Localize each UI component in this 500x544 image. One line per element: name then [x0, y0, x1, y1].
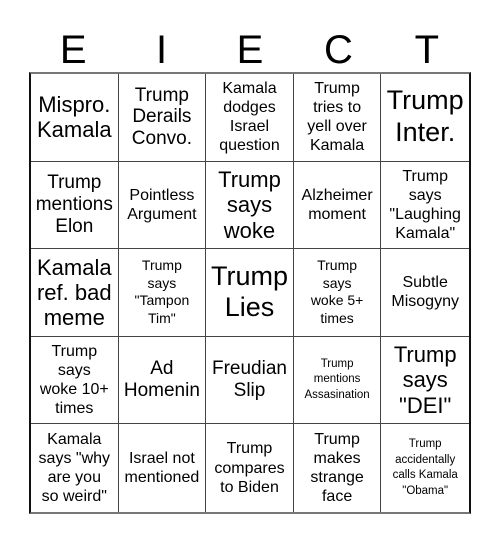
bingo-cell[interactable]: Freudian Slip [206, 336, 294, 425]
bingo-cell[interactable]: Subtle Misogyny [381, 249, 469, 337]
bingo-cell[interactable]: Trump says woke [206, 161, 294, 250]
cell-text: Trump mentions Assasination [304, 357, 370, 401]
cell-text: Subtle Misogyny [391, 274, 459, 311]
cell-text: Trump says "Laughing Kamala" [389, 167, 461, 243]
bingo-cell[interactable]: Trump says woke 5+ times [293, 249, 382, 337]
bingo-cell[interactable]: Mispro. Kamala [31, 74, 119, 162]
bingo-cell[interactable]: Trump makes strange face [294, 424, 382, 512]
bingo-cell[interactable]: Trump accidentally calls Kamala "Obama" [381, 424, 469, 512]
cell-text: Kamala ref. bad meme [36, 254, 112, 331]
cell-text: Trump accidentally calls Kamala "Obama" [392, 438, 458, 497]
header-letter: E [236, 28, 264, 72]
bingo-cell[interactable]: Trump Lies [206, 249, 294, 337]
cell-text: Trump says "Tampon Tim" [134, 257, 190, 326]
cell-text: Trump says "DEI" [393, 342, 457, 418]
bingo-cell[interactable]: Trump says "Tampon Tim" [118, 249, 207, 337]
cell-text: Freudian Slip [211, 358, 287, 402]
header-letter: C [323, 28, 353, 72]
bingo-cell[interactable]: Ad Homenin [118, 336, 207, 425]
cell-text: Trump mentions Elon [35, 172, 113, 237]
cell-text: Trump says woke 5+ times [310, 257, 364, 326]
cell-text: Trump Lies [210, 260, 288, 323]
header-letter: I [156, 28, 168, 72]
bingo-header: E I E C T [29, 28, 471, 72]
bingo-cell[interactable]: Trump says woke 10+ times [31, 336, 119, 425]
cell-text: Trump Derails Convo. [131, 84, 192, 150]
header-letter: T [414, 28, 440, 72]
cell-text: Mispro. Kamala [37, 92, 112, 143]
bingo-cell[interactable]: Trump mentions Elon [31, 161, 119, 250]
bingo-cell[interactable]: Israel not mentioned [119, 424, 207, 512]
header-letter: E [59, 28, 87, 72]
bingo-cell[interactable]: Pointless Argument [118, 161, 207, 250]
cell-text: Israel not mentioned [124, 450, 200, 487]
cell-text: Kamala dodges Israel question [219, 79, 280, 155]
cell-text: Trump makes strange face [310, 430, 364, 506]
cell-text: Trump tries to yell over Kamala [307, 79, 367, 155]
bingo-cell[interactable]: Trump Inter. [381, 74, 469, 162]
bingo-cell[interactable]: Trump says "DEI" [381, 337, 469, 425]
bingo-grid: Mispro. Kamala Trump Derails Convo. Kamala d… [29, 72, 471, 514]
cell-text: Pointless Argument [127, 186, 197, 223]
bingo-cell[interactable]: Trump mentions Assasination [293, 336, 382, 425]
bingo-cell[interactable]: Trump compares to Biden [206, 424, 294, 512]
bingo-cell[interactable]: Kamala says "why are you so weird" [31, 424, 119, 512]
bingo-cell[interactable]: Alzheimer moment [293, 161, 382, 250]
cell-text: Kamala says "why are you so weird" [38, 430, 111, 506]
cell-text: Trump Inter. [386, 85, 464, 148]
bingo-cell[interactable]: Kamala dodges Israel question [206, 74, 294, 162]
cell-text: Trump compares to Biden [214, 440, 285, 496]
cell-text: Alzheimer moment [301, 186, 373, 223]
bingo-cell[interactable]: Trump says "Laughing Kamala" [381, 162, 469, 250]
bingo-cell[interactable]: Trump tries to yell over Kamala [293, 74, 382, 162]
bingo-cell[interactable]: Kamala ref. bad meme [31, 249, 119, 337]
cell-text: Trump says woke 10+ times [39, 342, 109, 418]
cell-text: Ad Homenin [123, 358, 200, 402]
bingo-cell[interactable]: Trump Derails Convo. [118, 74, 207, 162]
cell-text: Trump says woke [218, 166, 281, 243]
